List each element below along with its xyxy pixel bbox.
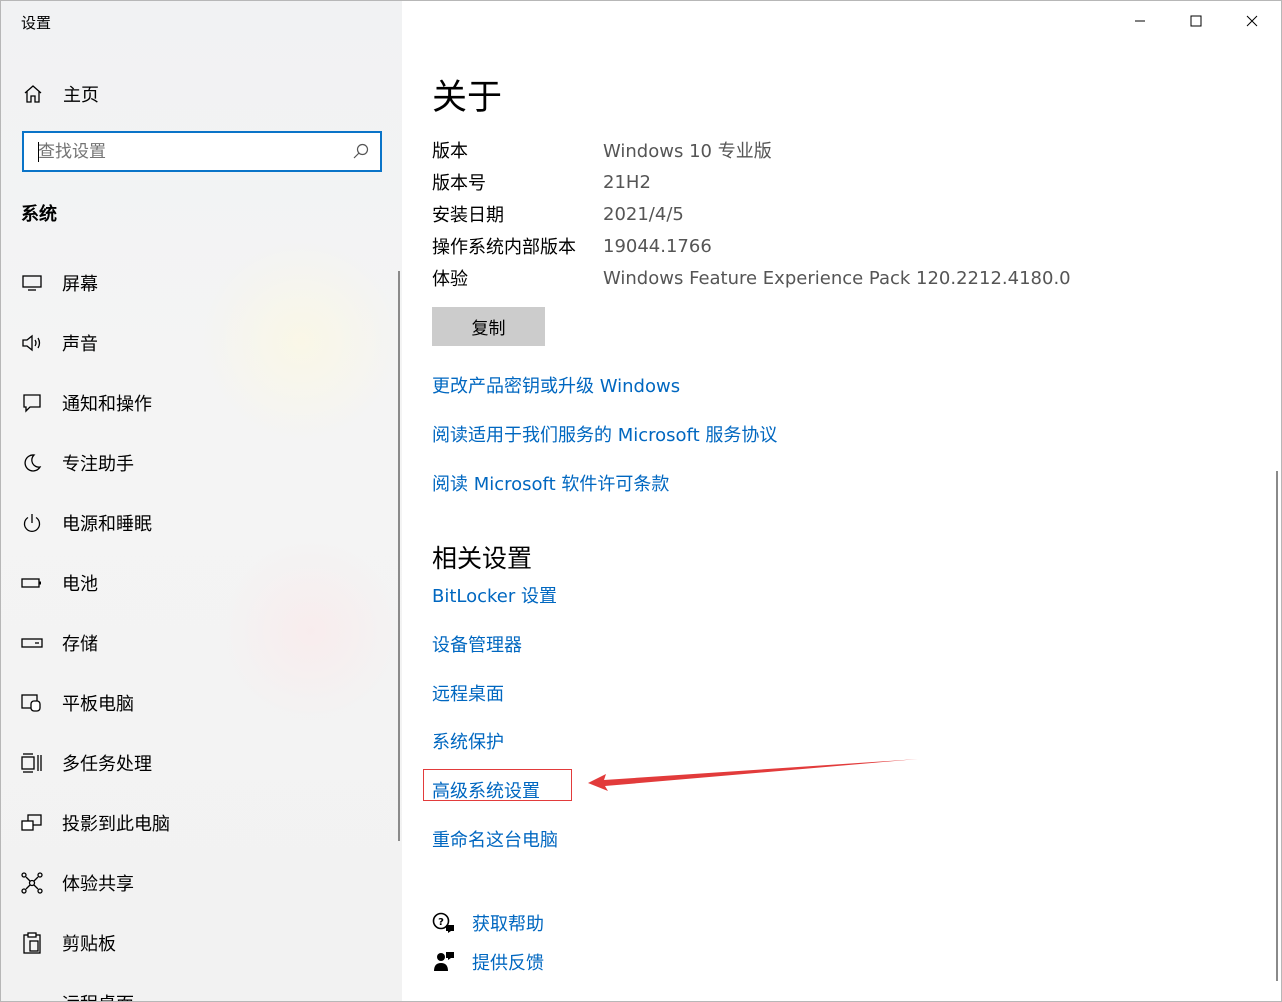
- help-chat-icon: ?: [432, 911, 456, 935]
- sidebar-item-remote-desktop[interactable]: 远程桌面: [1, 973, 397, 1001]
- speaker-icon: [21, 332, 43, 354]
- share-icon: [21, 872, 43, 894]
- spec-value: 19044.1766: [603, 235, 712, 257]
- sidebar: 设置 主页 系统 屏幕: [1, 1, 402, 1001]
- sidebar-item-label: 声音: [62, 334, 98, 355]
- sidebar-item-battery[interactable]: 电池: [1, 553, 397, 613]
- spec-row-version: 版本号 21H2: [432, 166, 1071, 198]
- sidebar-scrollbar[interactable]: [398, 271, 400, 841]
- spec-row-os-build: 操作系统内部版本 19044.1766: [432, 230, 1071, 262]
- spec-value: 21H2: [603, 171, 651, 193]
- annotation-arrow: [588, 759, 918, 791]
- spec-key: 安装日期: [432, 205, 504, 226]
- rename-pc-link[interactable]: 重命名这台电脑: [432, 826, 558, 852]
- feedback-icon: [432, 950, 456, 974]
- spec-row-edition: 版本 Windows 10 专业版: [432, 134, 1071, 166]
- sidebar-item-multitasking[interactable]: 多任务处理: [1, 733, 397, 793]
- bitlocker-settings-link[interactable]: BitLocker 设置: [432, 582, 557, 608]
- service-agreement-link[interactable]: 阅读适用于我们服务的 Microsoft 服务协议: [432, 421, 777, 447]
- text-caret: [38, 142, 39, 162]
- get-help-label: 获取帮助: [472, 914, 544, 935]
- sidebar-item-label: 屏幕: [62, 274, 98, 295]
- spec-key: 版本: [432, 141, 468, 162]
- sidebar-item-sound[interactable]: 声音: [1, 313, 397, 373]
- storage-icon: [21, 632, 43, 654]
- svg-text:?: ?: [438, 917, 444, 928]
- system-protection-link[interactable]: 系统保护: [432, 728, 504, 754]
- page-title: 关于: [432, 78, 503, 118]
- sidebar-item-label: 多任务处理: [62, 754, 152, 775]
- sidebar-item-project[interactable]: 投影到此电脑: [1, 793, 397, 853]
- spec-value: Windows 10 专业版: [603, 141, 772, 162]
- sidebar-item-label: 通知和操作: [62, 394, 152, 415]
- moon-icon: [21, 452, 43, 474]
- sidebar-item-display[interactable]: 屏幕: [1, 253, 397, 313]
- windows-specifications: 版本 Windows 10 专业版 版本号 21H2 安装日期 2021/4/5…: [432, 134, 1071, 294]
- sidebar-item-focus-assist[interactable]: 专注助手: [1, 433, 397, 493]
- sidebar-item-label: 平板电脑: [62, 694, 134, 715]
- sidebar-item-label: 存储: [62, 634, 98, 655]
- license-terms-link[interactable]: 阅读 Microsoft 软件许可条款: [432, 470, 669, 496]
- get-help-link[interactable]: ? 获取帮助: [432, 910, 544, 936]
- sidebar-item-clipboard[interactable]: 剪贴板: [1, 913, 397, 973]
- home-icon: [21, 82, 45, 106]
- sidebar-nav: 屏幕 声音 通知和操作 专注助手 电源和睡眠 电池 存储 平板电脑 多任务处理 …: [1, 253, 397, 1001]
- battery-icon: [21, 572, 43, 594]
- main-content: 关于 版本 Windows 10 专业版 版本号 21H2 安装日期 2021/…: [402, 1, 1281, 1001]
- sidebar-item-label: 投影到此电脑: [62, 814, 170, 835]
- power-icon: [21, 512, 43, 534]
- sidebar-item-label: 专注助手: [62, 454, 134, 475]
- settings-window: 设置 主页 系统 屏幕: [0, 0, 1282, 1002]
- spec-value: Windows Feature Experience Pack 120.2212…: [603, 267, 1071, 289]
- spec-key: 体验: [432, 269, 468, 290]
- sidebar-item-power[interactable]: 电源和睡眠: [1, 493, 397, 553]
- search-input[interactable]: [38, 133, 338, 170]
- copy-button[interactable]: 复制: [432, 307, 545, 346]
- home-label: 主页: [63, 85, 99, 106]
- sidebar-item-label: 电源和睡眠: [62, 514, 152, 535]
- annotation-highlight-box: [423, 769, 572, 801]
- change-product-key-link[interactable]: 更改产品密钥或升级 Windows: [432, 372, 680, 398]
- device-manager-link[interactable]: 设备管理器: [432, 631, 522, 657]
- search-icon[interactable]: [352, 142, 370, 160]
- sidebar-item-label: 远程桌面: [62, 990, 134, 1001]
- sidebar-item-tablet[interactable]: 平板电脑: [1, 673, 397, 733]
- app-title: 设置: [21, 14, 52, 32]
- sidebar-item-notifications[interactable]: 通知和操作: [1, 373, 397, 433]
- main-scrollbar[interactable]: [1276, 471, 1278, 981]
- sidebar-item-label: 剪贴板: [62, 934, 116, 955]
- clipboard-icon: [21, 932, 43, 954]
- tablet-icon: [21, 692, 43, 714]
- remote-icon: [21, 992, 43, 1001]
- notification-icon: [21, 392, 43, 414]
- multitask-icon: [21, 752, 43, 774]
- spec-key: 版本号: [432, 173, 486, 194]
- project-icon: [21, 812, 43, 834]
- monitor-icon: [21, 272, 43, 294]
- spec-value: 2021/4/5: [603, 203, 684, 225]
- search-box[interactable]: [22, 131, 382, 172]
- section-title: 系统: [21, 204, 57, 225]
- sidebar-item-label: 电池: [62, 574, 98, 595]
- related-settings-title: 相关设置: [432, 544, 533, 573]
- sidebar-item-shared-experiences[interactable]: 体验共享: [1, 853, 397, 913]
- sidebar-item-storage[interactable]: 存储: [1, 613, 397, 673]
- spec-key: 操作系统内部版本: [432, 237, 576, 258]
- spec-row-experience: 体验 Windows Feature Experience Pack 120.2…: [432, 262, 1071, 294]
- sidebar-item-label: 体验共享: [62, 874, 134, 895]
- home-nav-item[interactable]: 主页: [21, 81, 99, 107]
- give-feedback-label: 提供反馈: [472, 953, 544, 974]
- spec-row-installed-on: 安装日期 2021/4/5: [432, 198, 1071, 230]
- remote-desktop-link[interactable]: 远程桌面: [432, 680, 504, 706]
- give-feedback-link[interactable]: 提供反馈: [432, 949, 544, 975]
